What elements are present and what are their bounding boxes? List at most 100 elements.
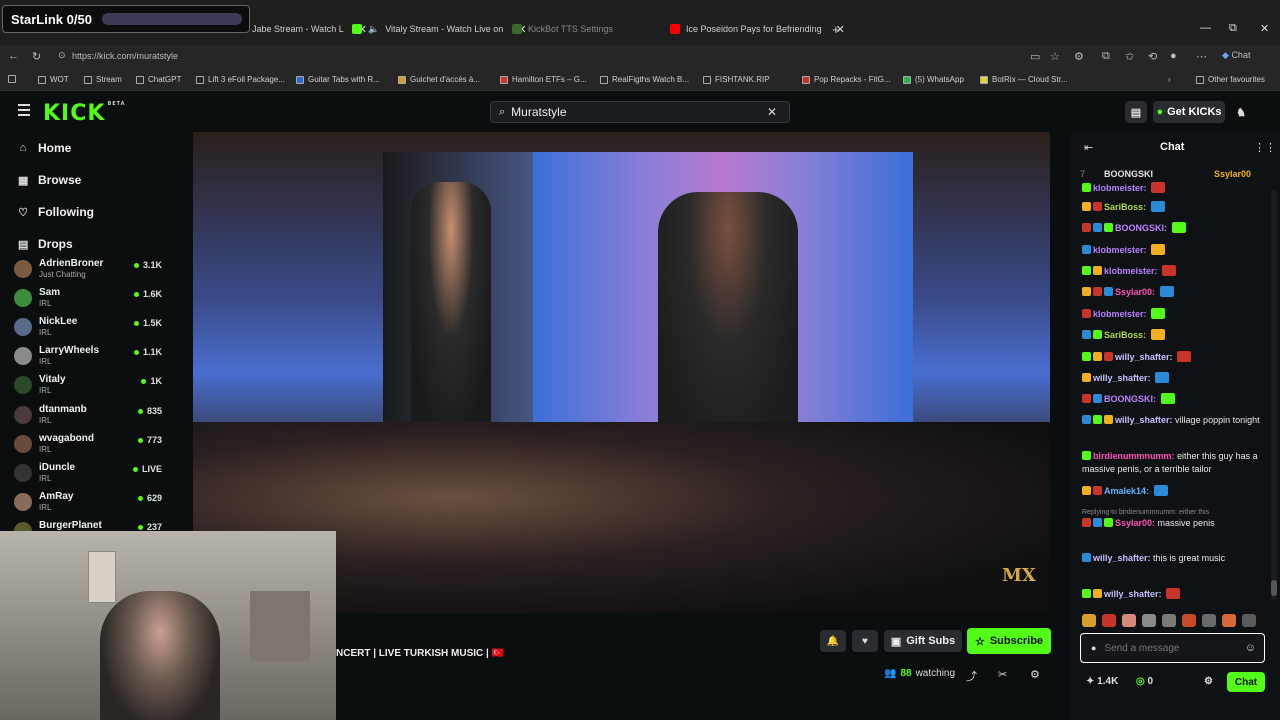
extensions-icon[interactable]: ⚙ — [1074, 50, 1084, 63]
bookmark-8[interactable]: FISHTANK.RIP — [703, 75, 770, 84]
chat-username[interactable]: willy_shafter: — [1115, 352, 1173, 362]
other-favourites[interactable]: Other favourites — [1196, 75, 1265, 84]
chat-username[interactable]: SariBoss: — [1104, 202, 1146, 212]
top-supporter-2[interactable]: Ssylar00 — [1214, 169, 1251, 179]
notification-bell-icon[interactable]: 🔔 — [820, 630, 846, 652]
chat-username[interactable]: willy_shafter: — [1093, 553, 1151, 563]
bookmark-11[interactable]: BotRix — Cloud Str... — [980, 75, 1068, 84]
emote-icon[interactable] — [1122, 614, 1136, 627]
emote-icon[interactable] — [1102, 614, 1116, 627]
chat-username[interactable]: klobmeister: — [1104, 266, 1158, 276]
browser-tab-3[interactable]: KickBot TTS Settings✕ — [512, 17, 678, 41]
clear-search-icon[interactable]: ✕ — [767, 105, 777, 119]
profile-avatar[interactable]: ● — [1170, 50, 1177, 62]
chat-username[interactable]: klobmeister: — [1093, 309, 1147, 319]
chat-input-box[interactable]: ● ☺ — [1080, 633, 1265, 663]
clip-icon[interactable]: ✂ — [998, 668, 1007, 681]
restore-icon[interactable]: ⧉ — [1229, 22, 1237, 35]
close-window-icon[interactable]: ✕ — [1260, 22, 1269, 35]
chat-username[interactable]: willy_shafter: — [1093, 373, 1151, 383]
chat-username[interactable]: willy_shafter: — [1115, 415, 1173, 425]
favorites-icon[interactable]: ✩ — [1125, 50, 1134, 63]
emote-icon[interactable] — [1242, 614, 1256, 627]
followed-channel[interactable]: wvagabond IRL 773 — [14, 433, 164, 461]
follow-heart-icon[interactable]: ♥ — [852, 630, 878, 652]
followed-channel[interactable]: iDuncle IRL LIVE — [14, 462, 164, 490]
emoji-icon[interactable]: ☺ — [1245, 642, 1256, 654]
chat-message-input[interactable] — [1104, 642, 1225, 654]
theater-mode-icon[interactable]: ▤ — [1125, 101, 1147, 123]
more-icon[interactable]: ⋯ — [1196, 50, 1207, 63]
bookmark-2[interactable]: ChatGPT — [136, 75, 181, 84]
sidebar-item-drops[interactable]: ▤ Drops — [18, 237, 73, 251]
star-icon[interactable]: ☆ — [1050, 50, 1060, 63]
followed-channel[interactable]: AdrienBroner Just Chatting 3.1K — [14, 258, 164, 286]
reading-list-icon[interactable] — [8, 75, 16, 83]
menu-icon[interactable] — [18, 104, 30, 116]
chat-username[interactable]: Ssylar00: — [1115, 518, 1155, 528]
bookmark-0[interactable]: WOT — [38, 75, 69, 84]
new-tab-button[interactable]: + — [832, 17, 840, 41]
emote-icon[interactable] — [1142, 614, 1156, 627]
followed-channel[interactable]: Vitaly IRL 1K — [14, 374, 164, 402]
chat-layout-icon[interactable]: ⋮⋮ — [1254, 141, 1276, 154]
bookmark-10[interactable]: (5) WhatsApp — [903, 75, 964, 84]
emote-icon[interactable] — [1202, 614, 1216, 627]
bookmark-9[interactable]: Pop Repacks - FitG... — [802, 75, 890, 84]
share-icon[interactable]: ⤴ — [966, 668, 977, 684]
settings-sliders-icon[interactable]: ⚙ — [1030, 668, 1040, 681]
kick-logo[interactable]: KICK BETA — [43, 101, 126, 126]
emote-icon[interactable] — [1222, 614, 1236, 627]
sidebar-item-following[interactable]: ♡ Following — [18, 205, 94, 219]
emote-icon[interactable] — [1182, 614, 1196, 627]
bookmarks-more-icon[interactable]: › — [1168, 75, 1171, 84]
send-chat-button[interactable]: Chat — [1227, 672, 1265, 692]
emote-icon[interactable] — [1082, 614, 1096, 627]
followed-channel[interactable]: LarryWheels IRL 1.1K — [14, 345, 164, 373]
followed-channel[interactable]: NickLee IRL 1.5K — [14, 316, 164, 344]
chat-username[interactable]: klobmeister: — [1093, 245, 1147, 255]
search-input[interactable] — [511, 105, 752, 119]
bookmark-7[interactable]: RealFigths Watch B... — [600, 75, 689, 84]
followed-channel[interactable]: dtanmanb IRL 835 — [14, 404, 164, 432]
split-screen-icon[interactable]: ⧉ — [1102, 50, 1110, 63]
gift-subs-button[interactable]: ▣ Gift Subs — [884, 630, 962, 652]
chat-username[interactable]: willy_shafter: — [1104, 589, 1162, 599]
browser-tab-1[interactable]: Jabe Stream - Watch L ✕ — [252, 17, 367, 41]
chat-settings-icon[interactable]: ⚙ — [1204, 676, 1213, 687]
followed-channel[interactable]: Sam IRL 1.6K — [14, 287, 164, 315]
user-avatar[interactable]: ♞ — [1230, 101, 1252, 123]
emote-icon[interactable] — [1162, 614, 1176, 627]
chat-scrollbar[interactable] — [1271, 190, 1277, 600]
minimize-icon[interactable]: — — [1200, 22, 1211, 34]
chat-username[interactable]: klobmeister: — [1093, 183, 1147, 193]
chat-username[interactable]: BOONGSKI: — [1104, 394, 1156, 404]
bookmark-6[interactable]: Hamilton ETFs – G... — [500, 75, 587, 84]
mute-icon[interactable]: 🔈 — [368, 24, 379, 35]
bookmark-3[interactable]: Lift 3 eFoil Package... — [196, 75, 285, 84]
bookmark-5[interactable]: Guichet d'accès à... — [398, 75, 480, 84]
chat-username[interactable]: BOONGSKI: — [1115, 223, 1167, 233]
get-kicks-button[interactable]: ● Get KICKs — [1153, 101, 1225, 123]
chat-username[interactable]: SariBoss: — [1104, 330, 1146, 340]
browser-tab-2[interactable]: 🔈 Vitaly Stream - Watch Live on✕ — [352, 17, 526, 41]
collapse-chat-icon[interactable]: ⇤ — [1084, 141, 1093, 154]
chat-username[interactable]: Amalek14: — [1104, 486, 1149, 496]
sidebar-item-home[interactable]: ⌂ Home — [18, 141, 72, 155]
bookmark-1[interactable]: Stream — [84, 75, 122, 84]
site-info-icon[interactable]: ⊙ — [58, 50, 66, 61]
subscribe-button[interactable]: ☆ Subscribe — [967, 628, 1051, 654]
browser-tab-4[interactable]: Ice Poseidon Pays for Befriending ✕ — [670, 17, 845, 41]
bookmark-4[interactable]: Guitar Tabs with R... — [296, 75, 380, 84]
reader-icon[interactable]: ▭ — [1030, 50, 1040, 63]
search-bar[interactable]: ⌕ ✕ — [490, 101, 790, 123]
kicks-count[interactable]: ✦ 1.4K — [1086, 676, 1118, 687]
followed-channel[interactable]: AmRay IRL 629 — [14, 491, 164, 519]
channel-points[interactable]: ◎ 0 — [1136, 676, 1153, 687]
chat-username[interactable]: birdienummnumm: — [1093, 451, 1175, 461]
chat-identity-icon[interactable]: ● — [1091, 643, 1096, 653]
top-supporter-1[interactable]: BOONGSKI — [1104, 169, 1153, 179]
chat-username[interactable]: Ssylar00: — [1115, 287, 1155, 297]
back-arrow-icon[interactable]: ← — [8, 50, 19, 62]
history-icon[interactable]: ⟲ — [1148, 50, 1157, 63]
